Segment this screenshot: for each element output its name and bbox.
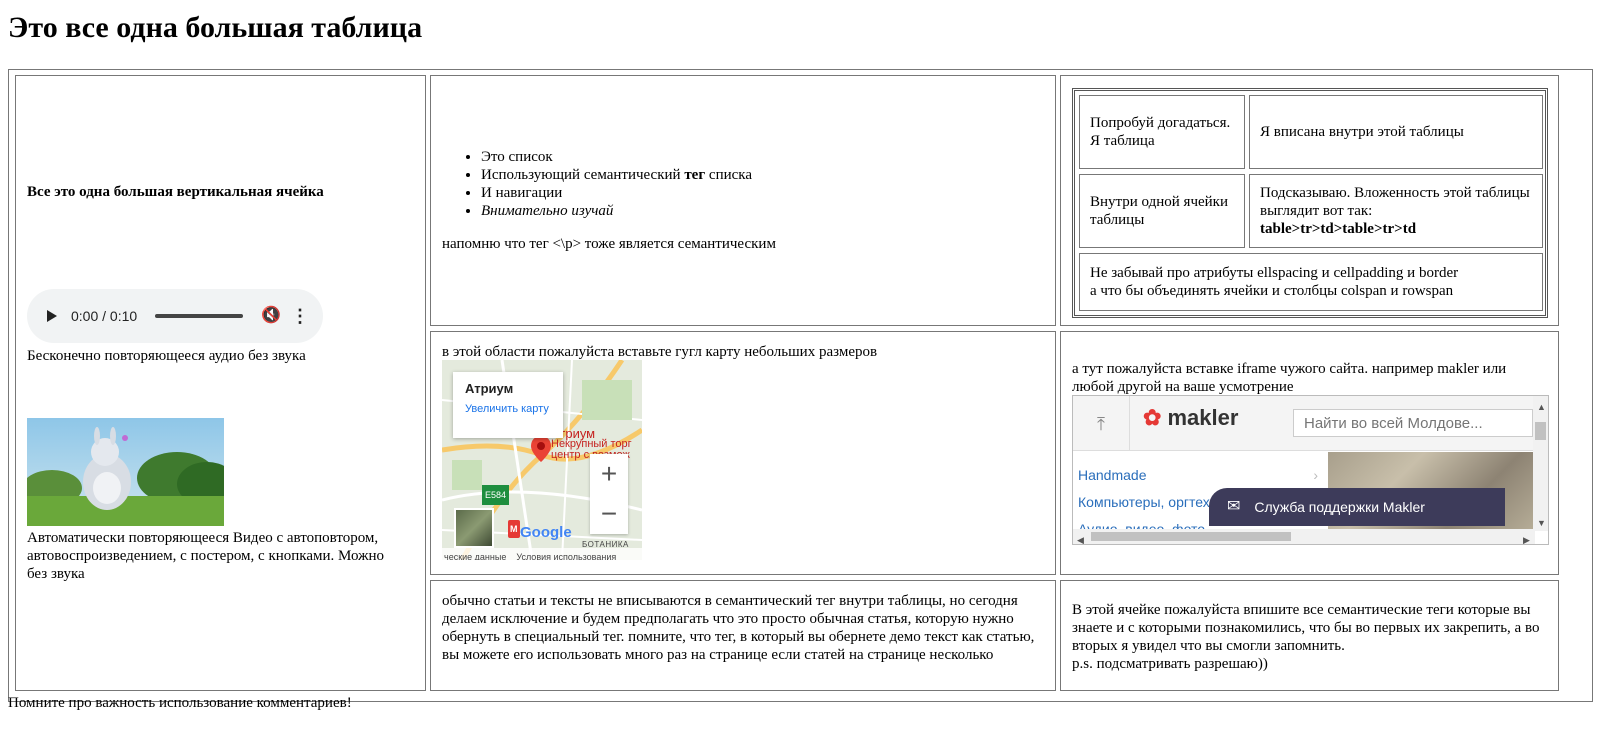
list-item: Это список xyxy=(481,148,752,166)
audio-seek-bar[interactable] xyxy=(155,314,244,318)
category-item[interactable]: Handmade › xyxy=(1078,462,1318,489)
google-map[interactable]: Атриум Некрупный торг центр с возмож E58… xyxy=(442,360,642,560)
vertical-cell: Все это одна большая вертикальная ячейка… xyxy=(15,75,426,691)
video-player[interactable] xyxy=(27,418,224,526)
map-place-popup: Атриум Увеличить карту xyxy=(453,372,563,438)
scrollbar-thumb[interactable] xyxy=(1091,532,1291,541)
iframe-cell: а тут пожалуйста вставке iframe чужого с… xyxy=(1060,331,1559,575)
list-item: Использующий семантический тег списка xyxy=(481,166,752,184)
scrollbar-thumb[interactable] xyxy=(1535,422,1546,440)
nested-cell: Подсказываю. Вложенность этой таблицы вы… xyxy=(1249,174,1543,248)
mail-icon: ✉ xyxy=(1227,498,1241,515)
support-chat-button[interactable]: ✉ Служба поддержки Makler xyxy=(1209,488,1505,526)
map-cell: в этой области пожалуйста вставьте гугл … xyxy=(430,331,1056,575)
list-item: Внимательно изучай xyxy=(481,202,752,220)
scroll-right-arrow-icon: ▶ xyxy=(1523,535,1530,545)
makler-header: ⤒ ✿ makler xyxy=(1073,396,1535,451)
chevron-right-icon: › xyxy=(1313,467,1318,483)
video-caption: Автоматически повторяющееся Видео с авто… xyxy=(27,530,385,582)
video-poster xyxy=(27,418,224,526)
makler-logo[interactable]: ✿ makler xyxy=(1143,405,1238,430)
semantic-tags-text: В этой ячейке пожалуйста впишите все сем… xyxy=(1072,602,1540,672)
makler-iframe[interactable]: ⤒ ✿ makler Handmade› Компьютеры, оргтех … xyxy=(1072,395,1549,545)
nested-cell: Я вписана внутри этой таблицы xyxy=(1249,95,1543,169)
map-note: в этой области пожалуйста вставьте гугл … xyxy=(442,344,878,360)
list-cell: Это список Использующий семантический те… xyxy=(430,75,1056,326)
zoom-control: + − xyxy=(590,454,628,534)
audio-caption: Бесконечно повторяющееся аудио без звука xyxy=(27,348,306,364)
page: Это все одна большая таблица Все это одн… xyxy=(0,0,1598,741)
scroll-down-arrow-icon: ▼ xyxy=(1537,518,1546,528)
semantic-tags-cell: В этой ячейке пожалуйста впишите все сем… xyxy=(1060,580,1559,691)
scroll-up-icon[interactable]: ⤒ xyxy=(1073,396,1130,451)
nav-list: Это список Использующий семантический те… xyxy=(481,148,752,220)
enlarge-map-link[interactable]: Увеличить карту xyxy=(465,402,551,416)
scroll-up-arrow-icon: ▲ xyxy=(1537,402,1546,412)
flower-icon: ✿ xyxy=(1143,405,1162,430)
map-attribution: ческие данные Условия использования xyxy=(442,548,642,560)
horizontal-scrollbar[interactable]: ◀ ▶ xyxy=(1073,529,1535,544)
makler-search-input[interactable] xyxy=(1293,409,1533,437)
footer-note: Помните про важность использование комме… xyxy=(8,695,352,711)
google-logo: Google xyxy=(520,524,572,541)
article-text: обычно статьи и тексты не вписываются в … xyxy=(442,593,1035,663)
nested-table-cell: Попробуй догадаться. Я таблица Я вписана… xyxy=(1060,75,1559,326)
audio-player[interactable]: 0:00 / 0:10 🔇 ⋮ xyxy=(27,289,323,343)
article-cell: обычно статьи и тексты не вписываются в … xyxy=(430,580,1056,691)
vertical-cell-title: Все это одна большая вертикальная ячейка xyxy=(27,184,324,200)
zoom-in-button[interactable]: + xyxy=(590,454,628,494)
scroll-left-arrow-icon: ◀ xyxy=(1077,535,1084,545)
map-pin-icon[interactable] xyxy=(531,436,551,462)
terms-link[interactable]: Условия использования xyxy=(516,548,616,560)
nested-cell: Попробуй догадаться. Я таблица xyxy=(1079,95,1245,169)
list-item: И навигации xyxy=(481,184,752,202)
big-table: Все это одна большая вертикальная ячейка… xyxy=(8,69,1593,702)
muted-icon[interactable]: 🔇 xyxy=(261,307,281,325)
iframe-note: а тут пожалуйста вставке iframe чужого с… xyxy=(1072,361,1507,395)
metro-icon: M xyxy=(508,520,520,538)
vertical-scrollbar[interactable]: ▲ ▼ xyxy=(1533,396,1548,531)
play-icon[interactable] xyxy=(47,310,57,322)
audio-time: 0:00 / 0:10 xyxy=(71,308,138,324)
nested-table: Попробуй догадаться. Я таблица Я вписана… xyxy=(1072,88,1548,318)
paragraph-reminder: напомню что тег <\p> тоже является семан… xyxy=(442,236,776,252)
nested-cell-wide: Не забывай про атрибуты ellspacing и cel… xyxy=(1079,253,1543,311)
place-title: Атриум xyxy=(465,381,514,396)
satellite-toggle[interactable] xyxy=(454,508,494,548)
page-title: Это все одна большая таблица xyxy=(8,11,423,44)
more-options-icon[interactable]: ⋮ xyxy=(291,307,309,325)
nested-cell: Внутри одной ячейки таблицы xyxy=(1079,174,1245,248)
road-badge: E584 xyxy=(482,485,510,505)
zoom-out-button[interactable]: − xyxy=(590,494,628,534)
